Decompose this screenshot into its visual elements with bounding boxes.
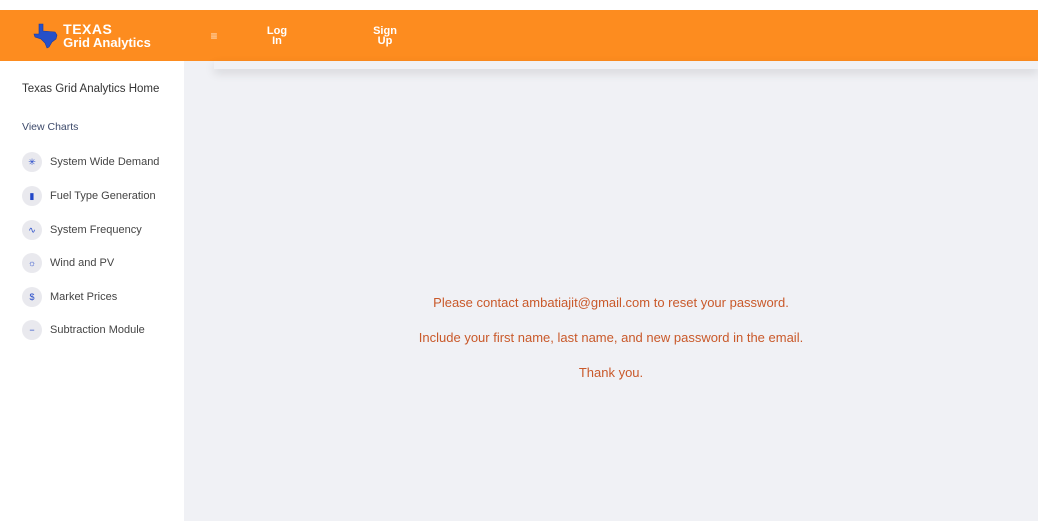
hamburger-icon[interactable]: ≡ [204,29,224,43]
sidebar-item-market-prices[interactable]: $ Market Prices [22,286,117,308]
reset-instruction-text: Please contact ambatiajit@gmail.com to r… [433,295,789,310]
sidebar-item-wind-and-pv[interactable]: ☼ Wind and PV [22,252,114,274]
signup-label-line2: Up [377,34,393,47]
sidebar-item-label: Fuel Type Generation [50,190,156,202]
sidebar-item-label: Wind and PV [50,257,115,269]
sun-icon: ☼ [22,253,42,273]
sidebar-item-subtraction-module[interactable]: − Subtraction Module [22,319,145,341]
sidebar-item-system-frequency[interactable]: ∿ System Frequency [22,219,142,241]
sidebar-item-system-wide-demand[interactable]: ✳ System Wide Demand [22,151,159,173]
sidebar-item-fuel-type-generation[interactable]: ▮ Fuel Type Generation [22,185,156,207]
sidebar: Texas Grid Analytics Home View Charts ✳ … [0,61,184,521]
sidebar-item-label: Subtraction Module [50,324,145,336]
texas-map-icon [33,23,59,49]
dollar-icon: $ [22,287,42,307]
top-navbar: TEXAS Grid Analytics ≡ Log In Sign Up [0,10,1038,61]
email-instruction-text: Include your first name, last name, and … [418,330,804,345]
minus-icon: − [22,320,42,340]
main-content: Please contact ambatiajit@gmail.com to r… [184,61,1038,521]
thank-you-text: Thank you. [578,365,644,380]
sidebar-item-label: Market Prices [50,291,118,303]
brand-subtitle: Grid Analytics [63,34,151,50]
login-label-line1: Log [266,24,288,37]
brand-logo-link[interactable]: TEXAS Grid Analytics [0,10,184,61]
bulb-icon: ✳ [22,152,42,172]
pulse-icon: ∿ [22,220,42,240]
login-label-line2: In [272,34,282,47]
signup-label-line1: Sign [373,24,397,37]
sidebar-item-label: System Wide Demand [50,156,160,168]
login-link[interactable]: Log In [264,24,290,47]
sidebar-item-label: System Frequency [50,224,142,236]
sidebar-section-heading: View Charts [22,121,79,133]
brand-title: TEXAS [63,20,113,37]
sidebar-home-link[interactable]: Texas Grid Analytics Home [22,83,159,95]
content-header-shadow [214,61,1038,69]
signup-link[interactable]: Sign Up [372,24,398,47]
fuel-icon: ▮ [22,186,42,206]
